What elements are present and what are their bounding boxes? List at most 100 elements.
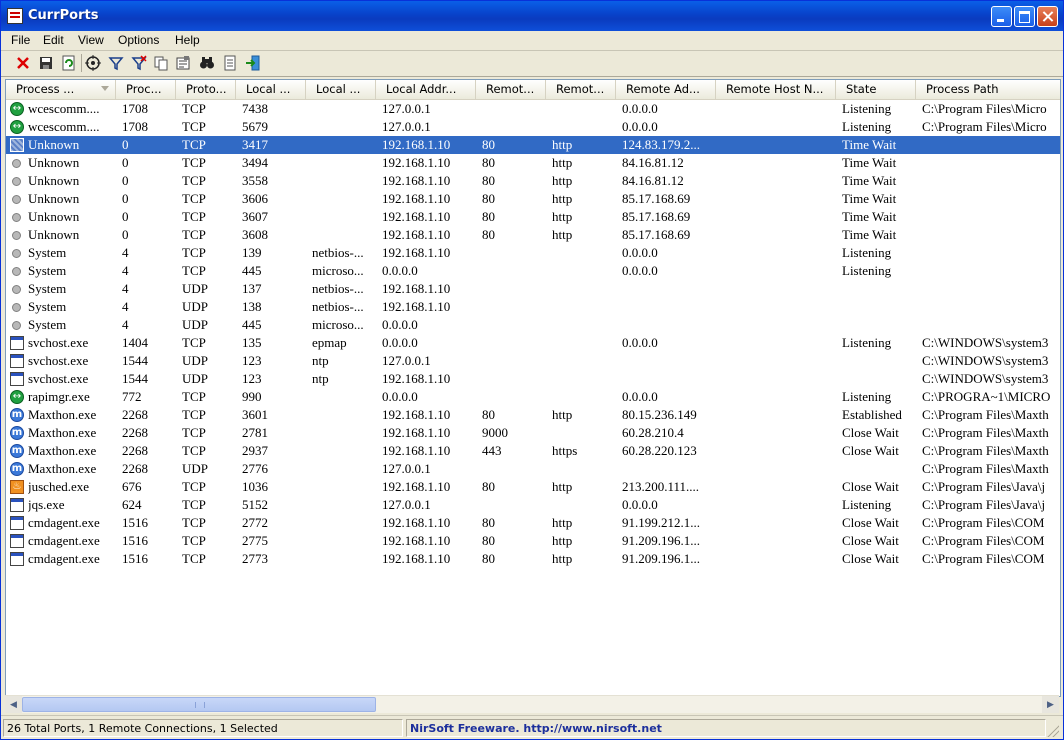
cell-local-address: 127.0.0.1: [382, 497, 431, 512]
cell-process-path: [922, 172, 1060, 190]
cell-remote-host-name: [722, 244, 836, 262]
menu-file[interactable]: File: [11, 33, 30, 47]
column-header-remote-host-name[interactable]: Remote Host N...: [716, 80, 836, 99]
menu-edit[interactable]: Edit: [43, 33, 64, 47]
cell-process-id: 772: [122, 389, 142, 404]
cell-local-address: 192.168.1.10: [382, 371, 451, 386]
cell-remote-port: [482, 118, 546, 136]
cell-remote-port: 9000: [482, 425, 508, 440]
cell-local-address: 0.0.0.0: [382, 335, 418, 350]
report-icon[interactable]: [221, 54, 239, 72]
refresh-icon[interactable]: [60, 54, 78, 72]
table-row[interactable]: Maxthon.exe 2268 TCP 2937 192.168.1.10 443 htt…: [6, 442, 1060, 460]
target-icon[interactable]: [84, 54, 102, 72]
cell-state: Listening: [842, 335, 892, 350]
cell-remote-port: 80: [482, 209, 495, 224]
column-header-remote-port[interactable]: Remot...: [476, 80, 546, 99]
scroll-left-icon[interactable]: ◀: [5, 696, 22, 713]
scroll-right-icon[interactable]: ▶: [1042, 696, 1059, 713]
process-win-icon: [10, 354, 24, 368]
column-header-process-name[interactable]: Process ...: [6, 80, 116, 99]
column-header-process-id[interactable]: Proc...: [116, 80, 176, 99]
table-row[interactable]: Maxthon.exe 2268 TCP 3601 192.168.1.10 80 http…: [6, 406, 1060, 424]
cell-state: Close Wait: [842, 443, 899, 458]
process-gray-icon: [12, 285, 21, 294]
column-header-process-path[interactable]: Process Path: [916, 80, 1060, 99]
column-header-state[interactable]: State: [836, 80, 916, 99]
table-row[interactable]: Unknown 0 TCP 3606 192.168.1.10 80 http 85.17.1…: [6, 190, 1060, 208]
menu-help[interactable]: Help: [175, 33, 200, 47]
filter-icon[interactable]: [107, 54, 125, 72]
cell-state: [842, 460, 916, 478]
find-icon[interactable]: [198, 54, 216, 72]
app-icon: [7, 8, 23, 24]
table-row[interactable]: System 4 UDP 445 microso... 0.0.0.0: [6, 316, 1060, 334]
cell-remote-port: [482, 460, 546, 478]
cell-local-address: 192.168.1.10: [382, 245, 451, 260]
maximize-button[interactable]: [1014, 6, 1035, 27]
column-header-remote-port-name[interactable]: Remot...: [546, 80, 616, 99]
table-row[interactable]: Maxthon.exe 2268 TCP 2781 192.168.1.10 9000 60…: [6, 424, 1060, 442]
process-maxthon-icon: [10, 406, 24, 424]
menu-view[interactable]: View: [78, 33, 104, 47]
table-row[interactable]: cmdagent.exe 1516 TCP 2772 192.168.1.10 80 htt…: [6, 514, 1060, 532]
table-row[interactable]: Maxthon.exe 2268 UDP 2776 127.0.0.1 C:\Progra…: [6, 460, 1060, 478]
table-row[interactable]: Unknown 0 TCP 3608 192.168.1.10 80 http 85.17.1…: [6, 226, 1060, 244]
column-header-local-port-name[interactable]: Local ...: [306, 80, 376, 99]
save-icon[interactable]: [37, 54, 55, 72]
cell-remote-port-name: [552, 370, 616, 388]
cell-process-name: cmdagent.exe: [28, 515, 100, 530]
cell-protocol: TCP: [182, 173, 206, 188]
title-bar[interactable]: CurrPorts: [1, 1, 1063, 31]
table-row[interactable]: System 4 UDP 138 netbios-... 192.168.1.10: [6, 298, 1060, 316]
cell-local-address: 192.168.1.10: [382, 479, 451, 494]
cell-remote-port-name: [552, 280, 616, 298]
ports-list[interactable]: Process ... Proc... Proto... Local ... L…: [5, 79, 1061, 697]
cell-local-address: 0.0.0.0: [382, 389, 418, 404]
resize-grip-icon[interactable]: [1047, 725, 1059, 737]
table-row[interactable]: System 4 TCP 445 microso... 0.0.0.0 0.0.0.0 Lis…: [6, 262, 1060, 280]
horizontal-scrollbar[interactable]: ◀ ▶: [5, 695, 1059, 713]
cell-process-name: svchost.exe: [28, 353, 89, 368]
close-window-button[interactable]: [1037, 6, 1058, 27]
cell-process-name: Unknown: [28, 227, 80, 242]
table-row[interactable]: System 4 UDP 137 netbios-... 192.168.1.10: [6, 280, 1060, 298]
table-row[interactable]: Unknown 0 TCP 3417 192.168.1.10 80 http 124.83.…: [6, 136, 1060, 154]
cell-local-port-name: ntp: [312, 353, 329, 368]
table-row[interactable]: jqs.exe 624 TCP 5152 127.0.0.1 0.0.0.0 Listeni…: [6, 496, 1060, 514]
table-row[interactable]: Unknown 0 TCP 3607 192.168.1.10 80 http 85.17.1…: [6, 208, 1060, 226]
column-header-remote-address[interactable]: Remote Ad...: [616, 80, 716, 99]
table-row[interactable]: rapimgr.exe 772 TCP 990 0.0.0.0 0.0.0.0 Listen…: [6, 388, 1060, 406]
column-header-local-port[interactable]: Local ...: [236, 80, 306, 99]
cell-local-port: 3601: [242, 407, 268, 422]
menu-options[interactable]: Options: [118, 33, 159, 47]
nirsoft-link[interactable]: NirSoft Freeware. http://www.nirsoft.net: [410, 722, 662, 735]
table-row[interactable]: jusched.exe 676 TCP 1036 192.168.1.10 80 http 2…: [6, 478, 1060, 496]
table-row[interactable]: svchost.exe 1544 UDP 123 ntp 127.0.0.1 C:\WIND…: [6, 352, 1060, 370]
scrollbar-thumb[interactable]: [22, 697, 376, 712]
cell-process-name: Unknown: [28, 209, 80, 224]
table-row[interactable]: wcescomm.... 1708 TCP 5679 127.0.0.1 0.0.0.0 L…: [6, 118, 1060, 136]
minimize-button[interactable]: [991, 6, 1012, 27]
properties-icon[interactable]: [174, 54, 192, 72]
table-row[interactable]: wcescomm.... 1708 TCP 7438 127.0.0.1 0.0.0.0 L…: [6, 100, 1060, 118]
cell-process-name: cmdagent.exe: [28, 551, 100, 566]
cell-remote-host-name: [722, 424, 836, 442]
table-row[interactable]: cmdagent.exe 1516 TCP 2773 192.168.1.10 80 htt…: [6, 550, 1060, 568]
clear-filter-icon[interactable]: [130, 54, 148, 72]
close-connection-icon[interactable]: [14, 54, 32, 72]
cell-remote-port-name: [552, 388, 616, 406]
table-row[interactable]: System 4 TCP 139 netbios-... 192.168.1.10 0.0.…: [6, 244, 1060, 262]
column-header-local-address[interactable]: Local Addr...: [376, 80, 476, 99]
copy-icon[interactable]: [152, 54, 170, 72]
cell-remote-address: 0.0.0.0: [622, 119, 658, 134]
exit-icon[interactable]: [244, 54, 262, 72]
table-row[interactable]: cmdagent.exe 1516 TCP 2775 192.168.1.10 80 htt…: [6, 532, 1060, 550]
table-row[interactable]: svchost.exe 1404 TCP 135 epmap 0.0.0.0 0.0.0.0…: [6, 334, 1060, 352]
column-header-protocol[interactable]: Proto...: [176, 80, 236, 99]
table-row[interactable]: Unknown 0 TCP 3558 192.168.1.10 80 http 84.16.8…: [6, 172, 1060, 190]
table-row[interactable]: Unknown 0 TCP 3494 192.168.1.10 80 http 84.16.8…: [6, 154, 1060, 172]
cell-protocol: UDP: [182, 371, 209, 386]
table-row[interactable]: svchost.exe 1544 UDP 123 ntp 192.168.1.10 C:\W…: [6, 370, 1060, 388]
cell-state: [842, 298, 916, 316]
